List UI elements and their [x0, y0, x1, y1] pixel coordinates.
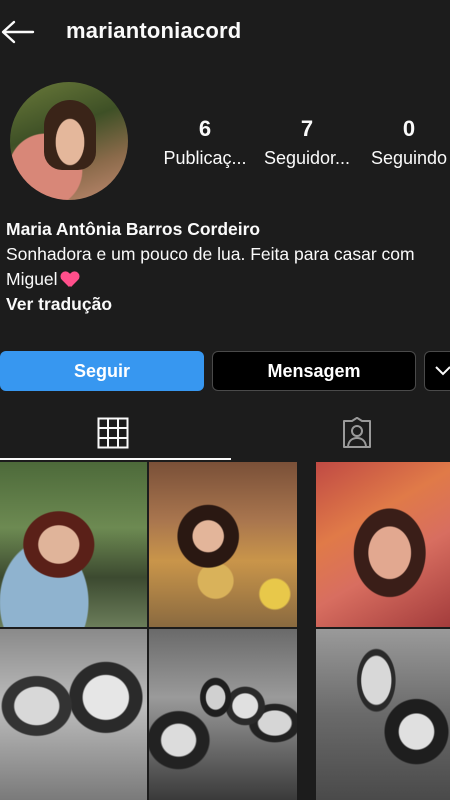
tab-posts-grid[interactable] — [0, 404, 225, 462]
posts-grid — [0, 462, 450, 800]
stat-posts[interactable]: 6 Publicaç... — [155, 116, 255, 169]
profile-username: mariantoniacord — [66, 18, 242, 43]
posts-label: Publicaç... — [163, 148, 247, 168]
arrow-left-icon — [1, 20, 35, 44]
posts-count: 6 — [198, 116, 212, 141]
followers-label: Seguidor... — [263, 148, 351, 168]
top-bar: mariantoniacord — [0, 0, 450, 66]
post-thumbnail[interactable] — [0, 629, 147, 800]
profile-tabs — [0, 404, 450, 462]
stat-followers[interactable]: 7 Seguidor... — [257, 116, 357, 169]
profile-bio: Maria Antônia Barros Cordeiro Sonhadora … — [6, 217, 450, 317]
grid-icon — [97, 417, 128, 449]
heart-with-arrow-icon — [61, 272, 79, 287]
followers-count: 7 — [300, 116, 314, 141]
following-count: 0 — [402, 116, 416, 141]
message-button[interactable]: Mensagem — [212, 351, 416, 391]
back-button[interactable] — [0, 14, 36, 50]
suggestions-button[interactable] — [424, 351, 450, 391]
following-label: Seguindo — [370, 148, 448, 168]
post-thumbnail[interactable] — [149, 462, 297, 627]
post-thumbnail[interactable] — [0, 462, 147, 627]
chevron-down-icon — [435, 366, 450, 376]
stat-following[interactable]: 0 Seguindo — [359, 116, 450, 169]
bio-line-1: Sonhadora e um pouco de lua. Feita para … — [6, 244, 415, 264]
post-thumbnail[interactable] — [316, 462, 450, 627]
follow-button[interactable]: Seguir — [0, 351, 204, 391]
full-name: Maria Antônia Barros Cordeiro — [6, 219, 261, 239]
avatar[interactable] — [10, 82, 128, 200]
bio-line-2: Miguel — [6, 269, 58, 289]
see-translation-link[interactable]: Ver tradução — [6, 292, 450, 317]
tagged-person-icon — [342, 417, 371, 448]
post-thumbnail[interactable] — [316, 629, 450, 800]
tab-tagged[interactable] — [244, 404, 450, 462]
active-tab-indicator — [0, 458, 231, 460]
post-thumbnail[interactable] — [149, 629, 297, 800]
